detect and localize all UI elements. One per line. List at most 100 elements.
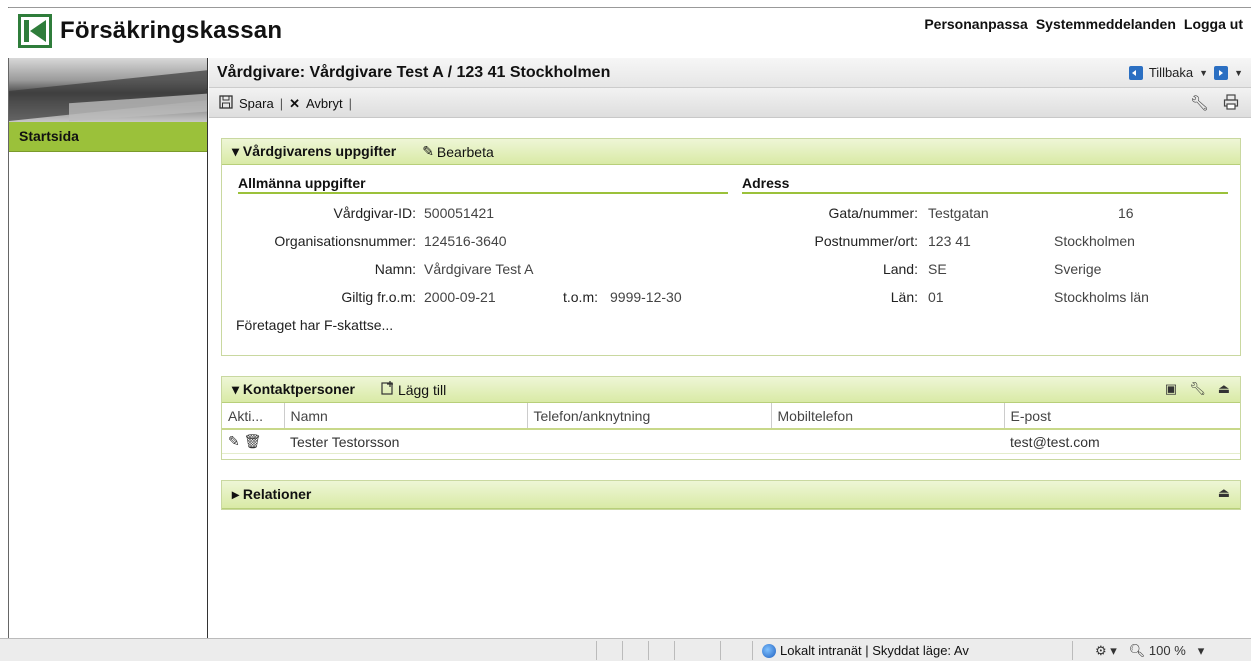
general-info-heading: Allmänna uppgifter — [238, 175, 728, 194]
personalize-link[interactable]: Personanpassa — [924, 16, 1028, 32]
save-icon[interactable] — [219, 95, 233, 112]
forward-dropdown-icon[interactable]: ▼ — [1234, 68, 1243, 78]
logout-link[interactable]: Logga ut — [1184, 16, 1243, 32]
top-header: Försäkringskassan Personanpassa Systemme… — [8, 8, 1251, 58]
print-icon[interactable] — [1223, 94, 1239, 114]
cancel-icon[interactable]: ✕ — [289, 96, 300, 112]
status-divider — [622, 641, 623, 660]
forward-icon[interactable] — [1214, 65, 1229, 80]
security-zone-text: Lokalt intranät | Skyddat läge: Av — [780, 643, 969, 658]
security-zone[interactable]: Lokalt intranät | Skyddat läge: Av — [762, 643, 969, 658]
back-button[interactable]: Tillbaka — [1149, 65, 1193, 80]
system-messages-link[interactable]: Systemmeddelanden — [1036, 16, 1176, 32]
pencil-icon: ✎ — [422, 143, 434, 159]
back-icon[interactable] — [1128, 65, 1143, 80]
org-number-label: Organisationsnummer: — [274, 233, 416, 249]
zoom-dropdown-icon[interactable]: ▾ — [1198, 643, 1205, 659]
address-heading: Adress — [742, 175, 1228, 194]
zoom-controls: ⚙︎ ▾ 🔍︎ 100 % ▾ — [1095, 643, 1204, 659]
status-divider — [596, 641, 597, 660]
zoom-button[interactable]: 🔍︎ 100 % — [1129, 643, 1186, 659]
settings-wrench-icon[interactable]: 🔧︎ — [1189, 381, 1206, 397]
collapse-panel-icon[interactable]: ⏏ — [1218, 485, 1230, 501]
panel-header: ▾ Kontaktpersoner Lägg till ▣ 🔧︎ ⏏ — [222, 377, 1240, 403]
valid-from-value: 2000-09-21 — [424, 289, 496, 305]
street-value: Testgatan — [928, 205, 989, 221]
back-dropdown-icon[interactable]: ▼ — [1199, 68, 1208, 78]
top-links: Personanpassa Systemmeddelanden Logga ut — [924, 16, 1243, 32]
add-document-icon — [381, 381, 395, 398]
main-content: Vårdgivare: Vårdgivare Test A / 123 41 S… — [209, 58, 1251, 638]
county-name-value: Stockholms län — [1054, 289, 1149, 305]
add-contact-button[interactable]: Lägg till — [381, 381, 446, 398]
postal-label: Postnummer/ort: — [814, 233, 918, 249]
row-actions: ✎ 🗑︎ — [222, 429, 284, 454]
county-code-value: 01 — [928, 289, 944, 305]
contact-mobile — [771, 429, 1004, 454]
country-label: Land: — [882, 261, 918, 277]
navigation-controls: Tillbaka ▼ ▼ — [1128, 65, 1243, 80]
f-tax-note: Företaget har F-skattse... — [236, 317, 394, 333]
edit-pencil-icon[interactable]: ✎ — [228, 433, 240, 449]
contact-phone — [527, 429, 771, 454]
panel-title[interactable]: ▸ Relationer — [232, 486, 311, 503]
sidebar-banner-image: ◀ — [9, 58, 207, 122]
panel-header: ▾ Vårdgivarens uppgifter ✎ Bearbeta — [222, 139, 1240, 165]
country-name-value: Sverige — [1054, 261, 1102, 277]
city-value: Stockholmen — [1054, 233, 1135, 249]
county-label: Län: — [890, 289, 918, 305]
logo-text: Försäkringskassan — [60, 17, 283, 44]
page-title: Vårdgivare: Vårdgivare Test A / 123 41 S… — [217, 64, 611, 81]
table-row: ✎ 🗑︎ Tester Testorsson test@test.com — [222, 429, 1240, 454]
street-label: Gata/nummer: — [828, 205, 918, 221]
panel-header: ▸ Relationer ⏏ — [222, 481, 1240, 509]
delete-trash-icon[interactable]: 🗑︎ — [244, 433, 262, 449]
collapse-sidebar-icon[interactable]: ◀ — [206, 84, 207, 95]
title-bar: Vårdgivare: Vårdgivare Test A / 123 41 S… — [209, 58, 1251, 88]
contact-email-link[interactable]: test@test.com — [1004, 429, 1240, 454]
toolbar-separator: | — [348, 96, 352, 111]
valid-to-label: t.o.m: — [562, 289, 598, 305]
tools-icon[interactable]: 🔧︎ — [1190, 94, 1209, 114]
collapse-panel-icon[interactable]: ⏏ — [1218, 381, 1230, 397]
sidebar-item-startsida[interactable]: Startsida — [9, 122, 207, 152]
panel-title[interactable]: ▾ Vårdgivarens uppgifter — [232, 143, 396, 160]
protected-mode-icon[interactable]: ⚙︎ ▾ — [1095, 643, 1117, 659]
column-header-email[interactable]: E-post — [1004, 403, 1240, 430]
relations-panel: ▸ Relationer ⏏ — [221, 480, 1241, 510]
name-label: Namn: — [374, 261, 416, 277]
postal-code-value: 123 41 — [928, 233, 971, 249]
valid-from-label: Giltig fr.o.m: — [341, 289, 416, 305]
save-button[interactable]: Spara — [239, 96, 274, 111]
sidebar: ◀ Startsida — [9, 58, 208, 638]
provider-id-label: Vårdgivar-ID: — [333, 205, 416, 221]
org-number-value: 124516-3640 — [424, 233, 507, 249]
status-divider — [752, 641, 753, 660]
contacts-table: Akti... Namn Telefon/anknytning Mobiltel… — [222, 403, 1240, 454]
toolbar-separator: | — [279, 96, 284, 111]
globe-icon — [762, 643, 776, 658]
status-divider — [648, 641, 649, 660]
contact-name: Tester Testorsson — [284, 429, 527, 454]
cancel-button[interactable]: Avbryt — [306, 96, 343, 111]
logo[interactable]: Försäkringskassan — [18, 14, 282, 48]
contacts-panel: ▾ Kontaktpersoner Lägg till ▣ 🔧︎ ⏏ Akti.… — [221, 376, 1241, 460]
browser-status-bar: Lokalt intranät | Skyddat läge: Av ⚙︎ ▾ … — [0, 638, 1251, 661]
panel-title[interactable]: ▾ Kontaktpersoner — [232, 381, 355, 398]
toolbar: Spara | ✕ Avbryt | 🔧︎ — [209, 88, 1251, 118]
column-header-actions[interactable]: Akti... — [222, 403, 285, 430]
valid-to-value: 9999-12-30 — [610, 289, 682, 305]
column-header-phone[interactable]: Telefon/anknytning — [527, 403, 772, 430]
status-divider — [720, 641, 721, 660]
name-value: Vårdgivare Test A — [424, 261, 534, 277]
edit-button[interactable]: ✎ Bearbeta — [422, 143, 494, 160]
status-divider — [1072, 641, 1073, 660]
status-divider — [674, 641, 675, 660]
export-icon[interactable]: ▣ — [1165, 381, 1177, 397]
provider-details-panel: ▾ Vårdgivarens uppgifter ✎ Bearbeta Allm… — [221, 138, 1241, 356]
column-header-name[interactable]: Namn — [284, 403, 528, 430]
column-header-mobile[interactable]: Mobiltelefon — [771, 403, 1005, 430]
country-code-value: SE — [928, 261, 947, 277]
provider-id-value: 500051421 — [424, 205, 495, 221]
street-number-value: 16 — [1118, 205, 1134, 221]
